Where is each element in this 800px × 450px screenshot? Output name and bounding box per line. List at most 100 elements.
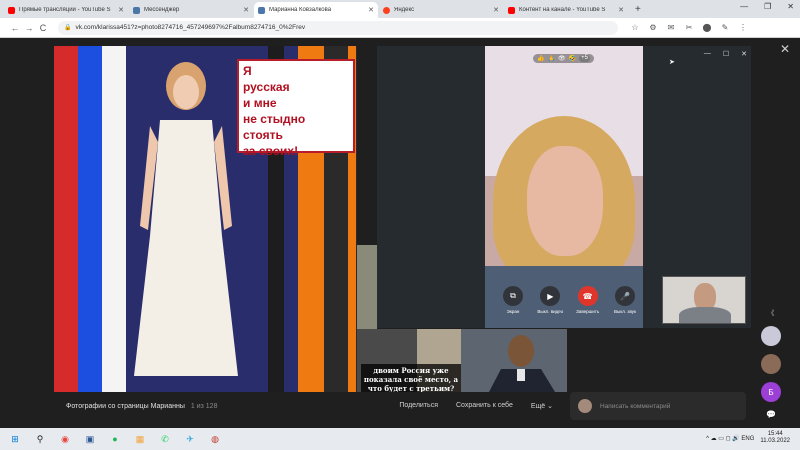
close-window-icon[interactable]: ✕ — [787, 2, 794, 11]
comment-input[interactable]: Написать комментарий — [570, 392, 746, 420]
adjacent-photo-peek[interactable] — [357, 245, 377, 335]
clock[interactable]: 15:44 11.03.2022 — [760, 431, 790, 445]
control-label: Выкл. видео — [537, 309, 564, 314]
chat-avatar-letter[interactable]: Б — [761, 382, 781, 402]
close-tab-icon[interactable]: ✕ — [368, 6, 374, 14]
clock-date: 11.03.2022 — [760, 438, 790, 444]
tray-icons[interactable]: ^ ☁ ▭ ◻ 🔊 ENG — [706, 435, 754, 442]
microphone-icon[interactable]: 🎤 — [614, 286, 635, 306]
forward-arrow-icon[interactable]: → — [22, 23, 36, 33]
mouse-cursor-icon: ➤ — [669, 59, 675, 66]
hang-up-icon[interactable]: ☎ — [577, 286, 598, 306]
url-text: vk.com/klarissa451?z=photo8274716_457249… — [75, 24, 306, 31]
photo-actions: Поделиться Сохранить к себе Ещё ⌄ — [399, 402, 553, 410]
chat-avatar-2[interactable] — [761, 354, 781, 374]
man-portrait — [489, 335, 555, 392]
message-icon[interactable]: 💬 — [766, 410, 776, 419]
mail-extension-icon[interactable]: ✉ — [666, 23, 676, 32]
end-call-control[interactable]: ☎ Завершить — [574, 286, 602, 314]
close-tab-icon[interactable]: ✕ — [118, 6, 124, 14]
maximize-icon[interactable]: ❐ — [764, 2, 771, 11]
search-icon[interactable]: ⚲ — [33, 432, 47, 446]
yandex-favicon-icon — [383, 6, 390, 14]
windows-start-icon[interactable]: ⊞ — [8, 432, 22, 446]
collapse-chevron-icon[interactable]: 《 — [768, 308, 775, 318]
call-controls: ⧉ Экран ▶ Выкл. видео ☎ Завершить 🎤 Выкл… — [499, 286, 639, 314]
control-label: Выкл. звук — [614, 309, 636, 314]
self-body — [679, 307, 731, 323]
comment-placeholder: Написать комментарий — [600, 402, 671, 410]
browser-tab-strip: Прямые трансляции - YouTube S ✕ Мессендж… — [0, 0, 800, 18]
remote-face — [527, 146, 603, 256]
right-rail: 《 Б 💬 — [756, 308, 786, 419]
more-button[interactable]: Ещё ⌄ — [531, 402, 553, 410]
tab-messenger[interactable]: Мессенджер ✕ — [129, 2, 253, 18]
address-bar[interactable]: 🔒 vk.com/klarissa451?z=photo8274716_4572… — [58, 20, 618, 35]
call-minimize-icon[interactable]: — — [704, 50, 711, 58]
self-video-preview[interactable] — [662, 276, 746, 324]
chat-avatar-1[interactable] — [761, 326, 781, 346]
collage-caption: двоим Россия уже показала своё место, а … — [361, 364, 461, 392]
pray-icon[interactable]: 🙏 — [547, 55, 554, 62]
close-tab-icon[interactable]: ✕ — [493, 6, 499, 14]
call-window-controls: — ☐ ✕ — [704, 50, 747, 58]
photo-info-bar: Фотографии со страницы Марианны 1 из 128… — [54, 392, 567, 420]
bookmark-star-icon[interactable]: ☆ — [630, 23, 640, 32]
photo-counter: 1 из 128 — [190, 402, 218, 410]
call-maximize-icon[interactable]: ☐ — [723, 50, 729, 58]
close-tab-icon[interactable]: ✕ — [243, 6, 249, 14]
photo-caption-box: Я русская и мне не стыдно стоять за свои… — [237, 59, 355, 158]
system-tray: ^ ☁ ▭ ◻ 🔊 ENG 15:44 11.03.2022 — [706, 431, 790, 445]
close-tab-icon[interactable]: ✕ — [618, 6, 624, 14]
reactions-bar[interactable]: 👍 🙏 👁 🤣 +5 — [533, 54, 594, 63]
save-app-icon[interactable]: ▣ — [83, 432, 97, 446]
extension-icons: ☆ ⚙ ✉ ✂ ⬤ ✎ ⋮ — [630, 23, 748, 32]
minimize-icon[interactable]: — — [740, 2, 748, 11]
eye-icon[interactable]: 👁 — [558, 55, 566, 62]
control-label: Завершить — [576, 309, 600, 314]
tab-title: Яндекс — [394, 7, 415, 13]
spotify-icon[interactable]: ● — [108, 432, 122, 446]
tab-youtube-content[interactable]: Контент на канале - YouTube S ✕ — [504, 2, 628, 18]
reactions-count[interactable]: +5 — [579, 55, 590, 62]
thumbs-up-icon[interactable]: 👍 — [537, 55, 544, 62]
tab-title: Контент на канале - YouTube S — [519, 7, 606, 13]
new-tab-button[interactable]: + — [635, 4, 641, 15]
camera-icon[interactable]: ▶ — [540, 286, 561, 306]
avatar — [578, 399, 592, 413]
chrome-icon[interactable]: ◉ — [58, 432, 72, 446]
screen-share-icon[interactable]: ⧉ — [503, 286, 523, 306]
whatsapp-icon[interactable]: ✆ — [158, 432, 172, 446]
laugh-icon[interactable]: 🤣 — [569, 55, 576, 62]
record-extension-icon[interactable]: ⬤ — [702, 23, 712, 32]
collage-image[interactable]: двоим Россия уже показала своё место, а … — [357, 329, 567, 392]
settings-extension-icon[interactable]: ⚙ — [648, 23, 658, 32]
share-button[interactable]: Поделиться — [399, 402, 438, 410]
browser-window-controls: — ❐ ✕ — [740, 2, 794, 11]
media-icon[interactable]: ▦ — [133, 432, 147, 446]
tab-title: Прямые трансляции - YouTube S — [19, 7, 111, 13]
menu-kebab-icon[interactable]: ⋮ — [738, 23, 748, 32]
vk-favicon-icon — [258, 6, 265, 14]
telegram-icon[interactable]: ✈ — [183, 432, 197, 446]
control-label: Экран — [506, 309, 520, 314]
mute-control[interactable]: 🎤 Выкл. звук — [611, 286, 639, 314]
flag-stripe-white — [102, 46, 126, 392]
pen-extension-icon[interactable]: ✎ — [720, 23, 730, 32]
screen-share-control[interactable]: ⧉ Экран — [499, 286, 527, 314]
close-viewer-icon[interactable]: ✕ — [780, 42, 790, 56]
scissors-extension-icon[interactable]: ✂ — [684, 23, 694, 32]
tab-marianna[interactable]: Марианна Ковзалкова ✕ — [254, 2, 378, 18]
video-toggle-control[interactable]: ▶ Выкл. видео — [536, 286, 564, 314]
obs-icon[interactable]: ◍ — [208, 432, 222, 446]
back-arrow-icon[interactable]: ← — [8, 23, 22, 33]
album-title[interactable]: Фотографии со страницы Марианны — [66, 403, 185, 410]
call-close-icon[interactable]: ✕ — [741, 50, 747, 58]
main-photo[interactable]: Я русская и мне не стыдно стоять за свои… — [54, 46, 357, 392]
tab-youtube-live[interactable]: Прямые трансляции - YouTube S ✕ — [4, 2, 128, 18]
lock-icon: 🔒 — [64, 25, 72, 31]
remote-video: 👍 🙏 👁 🤣 +5 ⧉ Экран ▶ Выкл. видео ☎ Завер… — [485, 46, 643, 328]
reload-icon[interactable]: C — [36, 23, 50, 33]
save-button[interactable]: Сохранить к себе — [456, 402, 513, 410]
tab-yandex[interactable]: Яндекс ✕ — [379, 2, 503, 18]
